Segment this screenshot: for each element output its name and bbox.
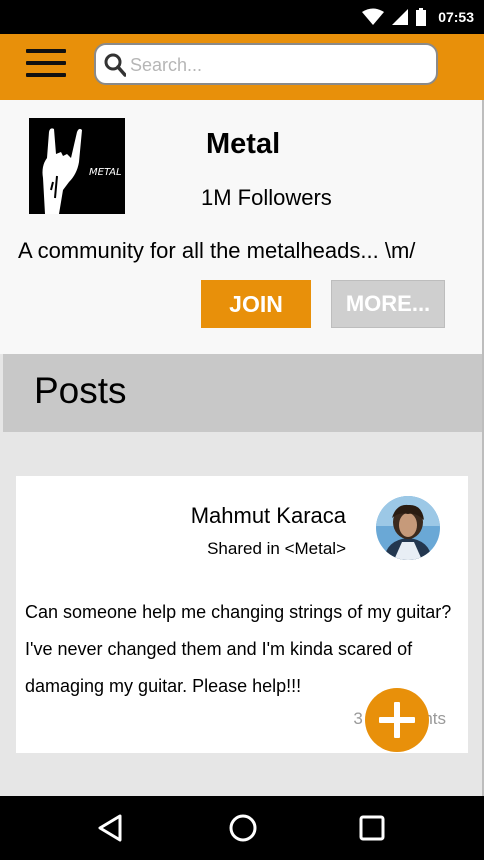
more-button[interactable]: MORE...	[331, 280, 445, 328]
post-author[interactable]: Mahmut Karaca	[191, 503, 346, 529]
search-bar[interactable]	[94, 43, 438, 85]
recents-icon	[359, 815, 385, 841]
add-post-button[interactable]	[365, 688, 429, 752]
menu-icon	[26, 49, 66, 77]
post-body-line: I've never changed them and I'm kinda sc…	[25, 639, 413, 659]
status-time: 07:53	[438, 9, 474, 25]
navigation-bar	[0, 796, 484, 860]
menu-button[interactable]	[26, 49, 66, 81]
avatar[interactable]	[376, 496, 440, 560]
community-header: METAL Metal 1M Followers A community for…	[0, 100, 484, 354]
logo-text: METAL	[89, 167, 122, 178]
community-name: Metal	[206, 128, 281, 160]
app-bar	[0, 34, 484, 100]
community-description: A community for all the metalheads... \m…	[18, 238, 416, 263]
back-icon	[98, 814, 122, 842]
search-input[interactable]	[128, 51, 432, 79]
posts-section-header: Posts	[3, 354, 484, 432]
status-bar: 07:53	[0, 0, 484, 34]
search-icon	[104, 53, 126, 77]
back-button[interactable]	[94, 812, 126, 844]
wifi-icon	[362, 8, 385, 25]
home-icon	[229, 814, 257, 842]
home-button[interactable]	[227, 812, 259, 844]
recents-button[interactable]	[356, 812, 388, 844]
post-body-line: Can someone help me changing strings of …	[25, 602, 452, 622]
battery-icon	[416, 8, 427, 26]
signal-icon	[392, 9, 409, 25]
followers-count: 1M Followers	[201, 185, 332, 210]
community-logo: METAL	[29, 118, 125, 214]
join-button[interactable]: JOIN	[201, 280, 311, 328]
posts-title: Posts	[34, 370, 127, 411]
post-shared-in: Shared in <Metal>	[207, 539, 346, 558]
